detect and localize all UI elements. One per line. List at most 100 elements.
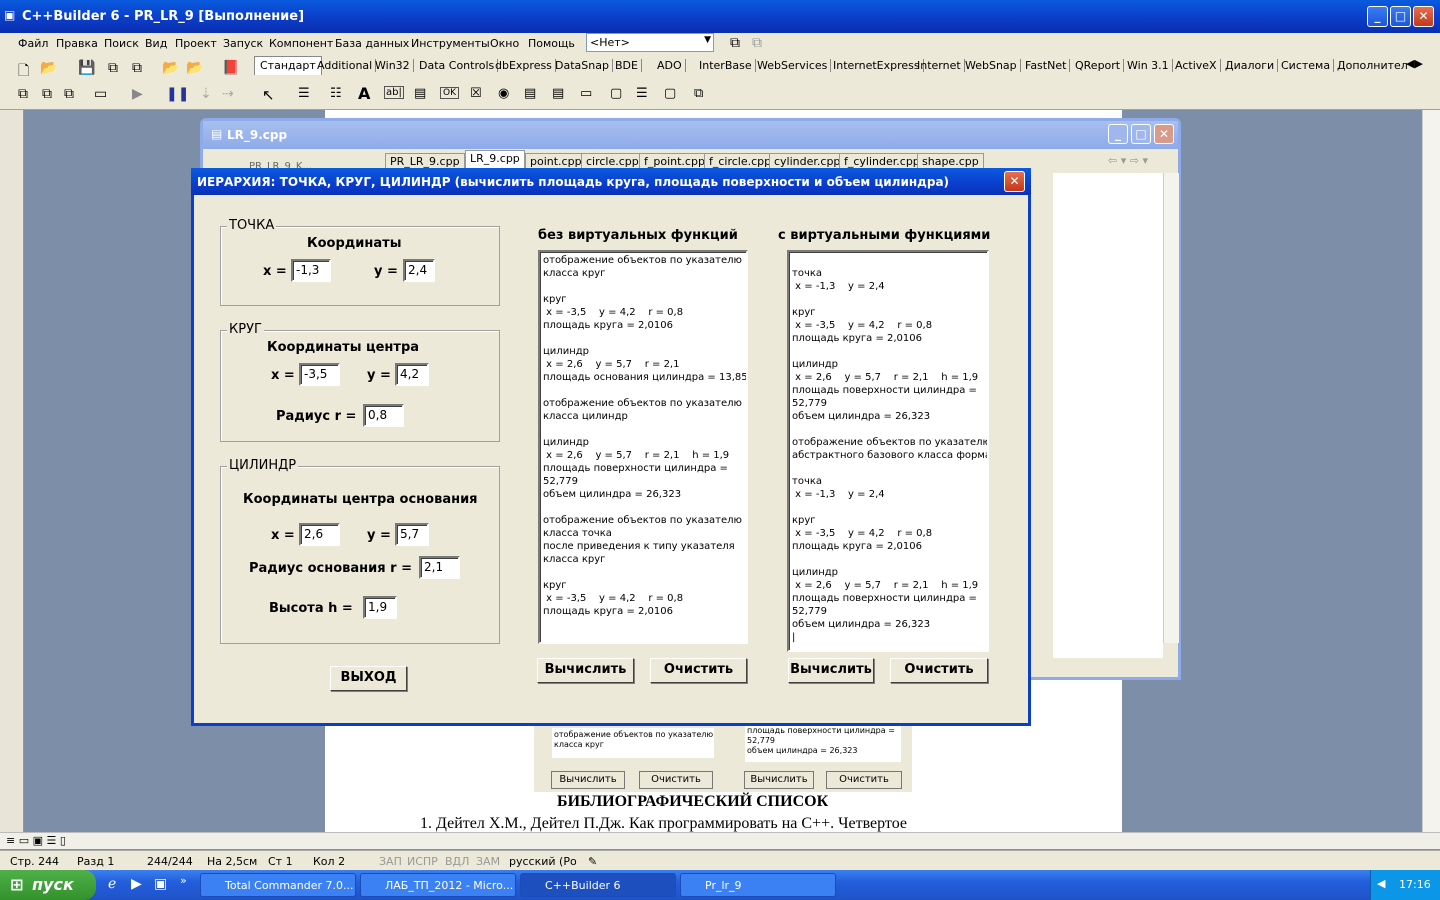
editor-maximize-button[interactable]: □ <box>1131 124 1151 144</box>
editor-minimize-button[interactable]: _ <box>1108 124 1128 144</box>
checkbox-icon[interactable]: ☒ <box>470 86 482 101</box>
compute-left-button[interactable]: Вычислить <box>537 658 634 683</box>
palette-tab[interactable]: WebServices <box>754 59 832 72</box>
editor-tab-active[interactable]: LR_9.cpp <box>465 150 525 170</box>
palette-tab[interactable]: dbExpress <box>492 59 556 72</box>
remove-file-icon[interactable]: 📂 <box>186 60 203 76</box>
palette-tab[interactable]: Data Controls <box>416 59 499 72</box>
menu-component[interactable]: Компонент <box>269 37 333 50</box>
palette-tab[interactable]: Диалоги <box>1222 59 1279 72</box>
document-vertical-scrollbar[interactable] <box>1422 110 1440 832</box>
cylinder-r-input[interactable]: 2,1 <box>419 556 460 579</box>
circle-x-input[interactable]: -3,5 <box>299 363 340 386</box>
view-unit-icon[interactable]: ⧉ <box>18 86 28 102</box>
palette-tab[interactable]: Win 3.1 <box>1124 59 1173 72</box>
circle-y-input[interactable]: 4,2 <box>395 363 429 386</box>
radiogroup-icon[interactable]: ☰ <box>636 86 648 101</box>
menu-view[interactable]: Вид <box>145 37 167 50</box>
palette-tab[interactable]: InterBase <box>696 59 756 72</box>
open-icon[interactable]: 📂 <box>40 60 57 76</box>
compute-right-button[interactable]: Вычислить <box>788 658 874 683</box>
view-form-icon[interactable]: ⧉ <box>42 86 52 102</box>
close-button[interactable]: ✕ <box>1413 6 1434 27</box>
code-area[interactable] <box>1053 173 1163 658</box>
memo-icon[interactable]: ▤ <box>414 86 426 101</box>
mainmenu-icon[interactable]: ☰ <box>298 86 310 101</box>
menu-window[interactable]: Окно <box>490 37 519 50</box>
window-list-icon[interactable]: ⧉ <box>730 35 740 51</box>
save-icon[interactable]: 💾 <box>78 60 95 76</box>
toggle-form-icon[interactable]: ⧉ <box>64 86 74 102</box>
palette-scroll-icon[interactable]: ◀▶ <box>1406 57 1423 70</box>
media-player-icon[interactable]: ▶ <box>131 876 142 892</box>
minimize-button[interactable]: _ <box>1367 6 1388 27</box>
palette-tab[interactable]: ADO <box>654 59 686 72</box>
open-project-icon[interactable]: ⧉ <box>132 60 142 76</box>
editor-vscroll[interactable] <box>1163 173 1179 643</box>
palette-tab[interactable]: DataSnap <box>552 59 613 72</box>
editor-close-button[interactable]: ✕ <box>1154 124 1174 144</box>
document-horizontal-scrollbar[interactable]: ≡ ▭ ▣ ☰ ▯ <box>0 832 1440 849</box>
cylinder-y-input[interactable]: 5,7 <box>395 523 429 546</box>
nav-arrows-icon[interactable]: ⇦ ▾ ⇨ ▾ <box>1108 154 1148 167</box>
task-word[interactable]: ЛАБ_ТП_2012 - Micro... <box>360 873 516 897</box>
help-book-icon[interactable]: 📕 <box>222 60 239 76</box>
menu-file[interactable]: Файл <box>18 37 48 50</box>
start-button[interactable]: ⊞ пуск <box>0 870 96 900</box>
cylinder-h-input[interactable]: 1,9 <box>363 596 397 619</box>
combobox-icon[interactable]: ▤ <box>552 86 564 101</box>
clear-right-button[interactable]: Очистить <box>890 658 988 683</box>
status-ext[interactable]: ВДЛ <box>445 855 469 868</box>
listbox-icon[interactable]: ▤ <box>524 86 536 101</box>
menu-help[interactable]: Помощь <box>528 37 575 50</box>
run-icon[interactable]: ▶ <box>132 86 143 102</box>
label-icon[interactable]: A <box>358 84 370 103</box>
actionlist-icon[interactable]: ⧉ <box>694 86 703 101</box>
view-buttons[interactable]: ≡ ▭ ▣ ☰ ▯ <box>6 834 66 847</box>
exit-button[interactable]: ВЫХОД <box>330 666 407 691</box>
cylinder-x-input[interactable]: 2,6 <box>299 523 340 546</box>
circle-r-input[interactable]: 0,8 <box>363 404 404 427</box>
quicklaunch-icon[interactable]: ▣ <box>154 876 167 892</box>
palette-tab[interactable]: InternetExpress <box>830 59 924 72</box>
status-rec[interactable]: ЗАП <box>379 855 402 868</box>
palette-tab[interactable]: Дополнител <box>1334 59 1411 72</box>
trace-into-icon[interactable]: ⇣ <box>200 86 212 102</box>
status-trk[interactable]: ИСПР <box>407 855 438 868</box>
palette-tab[interactable]: Additional <box>314 59 377 72</box>
palette-tab[interactable]: Система <box>1278 59 1335 72</box>
tray-arrow-icon[interactable]: ◀ <box>1377 877 1385 890</box>
menu-project[interactable]: Проект <box>175 37 217 50</box>
maximize-button[interactable]: □ <box>1390 6 1411 27</box>
palette-tab[interactable]: FastNet <box>1022 59 1071 72</box>
new-form-icon[interactable]: ▭ <box>94 86 107 102</box>
palette-tab[interactable]: Win32 <box>372 59 414 72</box>
new-icon[interactable]: 🗋 <box>18 60 29 84</box>
groupbox-icon[interactable]: ▢ <box>610 86 622 101</box>
edit-icon[interactable]: ab| <box>384 86 404 99</box>
menu-database[interactable]: База данных <box>335 37 409 50</box>
palette-tab[interactable]: QReport <box>1072 59 1125 72</box>
palette-tab[interactable]: WebSnap <box>962 59 1021 72</box>
clear-left-button[interactable]: Очистить <box>650 658 747 683</box>
scrollbar-icon[interactable]: ▭ <box>580 86 592 101</box>
menu-run[interactable]: Запуск <box>223 37 263 50</box>
popupmenu-icon[interactable]: ☷ <box>330 86 342 101</box>
button-icon[interactable]: OK <box>440 87 459 99</box>
radiobutton-icon[interactable]: ◉ <box>498 86 509 101</box>
palette-tab[interactable]: BDE <box>612 59 642 72</box>
task-pr-lr-9[interactable]: Pr_lr_9 <box>680 873 836 897</box>
point-y-input[interactable]: 2,4 <box>403 259 435 282</box>
pause-icon[interactable]: ❚❚ <box>166 86 189 102</box>
menu-tools[interactable]: Инструменты <box>411 37 490 50</box>
step-over-icon[interactable]: ⇢ <box>222 86 234 102</box>
palette-tab[interactable]: Internet <box>914 59 965 72</box>
new-window-icon[interactable]: ⧉ <box>752 35 762 51</box>
save-all-icon[interactable]: ⧉ <box>108 60 118 76</box>
point-x-input[interactable]: -1,3 <box>291 259 331 282</box>
dialog-close-button[interactable]: ✕ <box>1004 171 1025 192</box>
left-output-memo[interactable]: отображение объектов по указателю класса… <box>538 250 748 644</box>
config-combo[interactable]: <Нет> ▼ <box>586 33 714 52</box>
menu-edit[interactable]: Правка <box>56 37 98 50</box>
palette-tab[interactable]: ActiveX <box>1172 59 1221 72</box>
